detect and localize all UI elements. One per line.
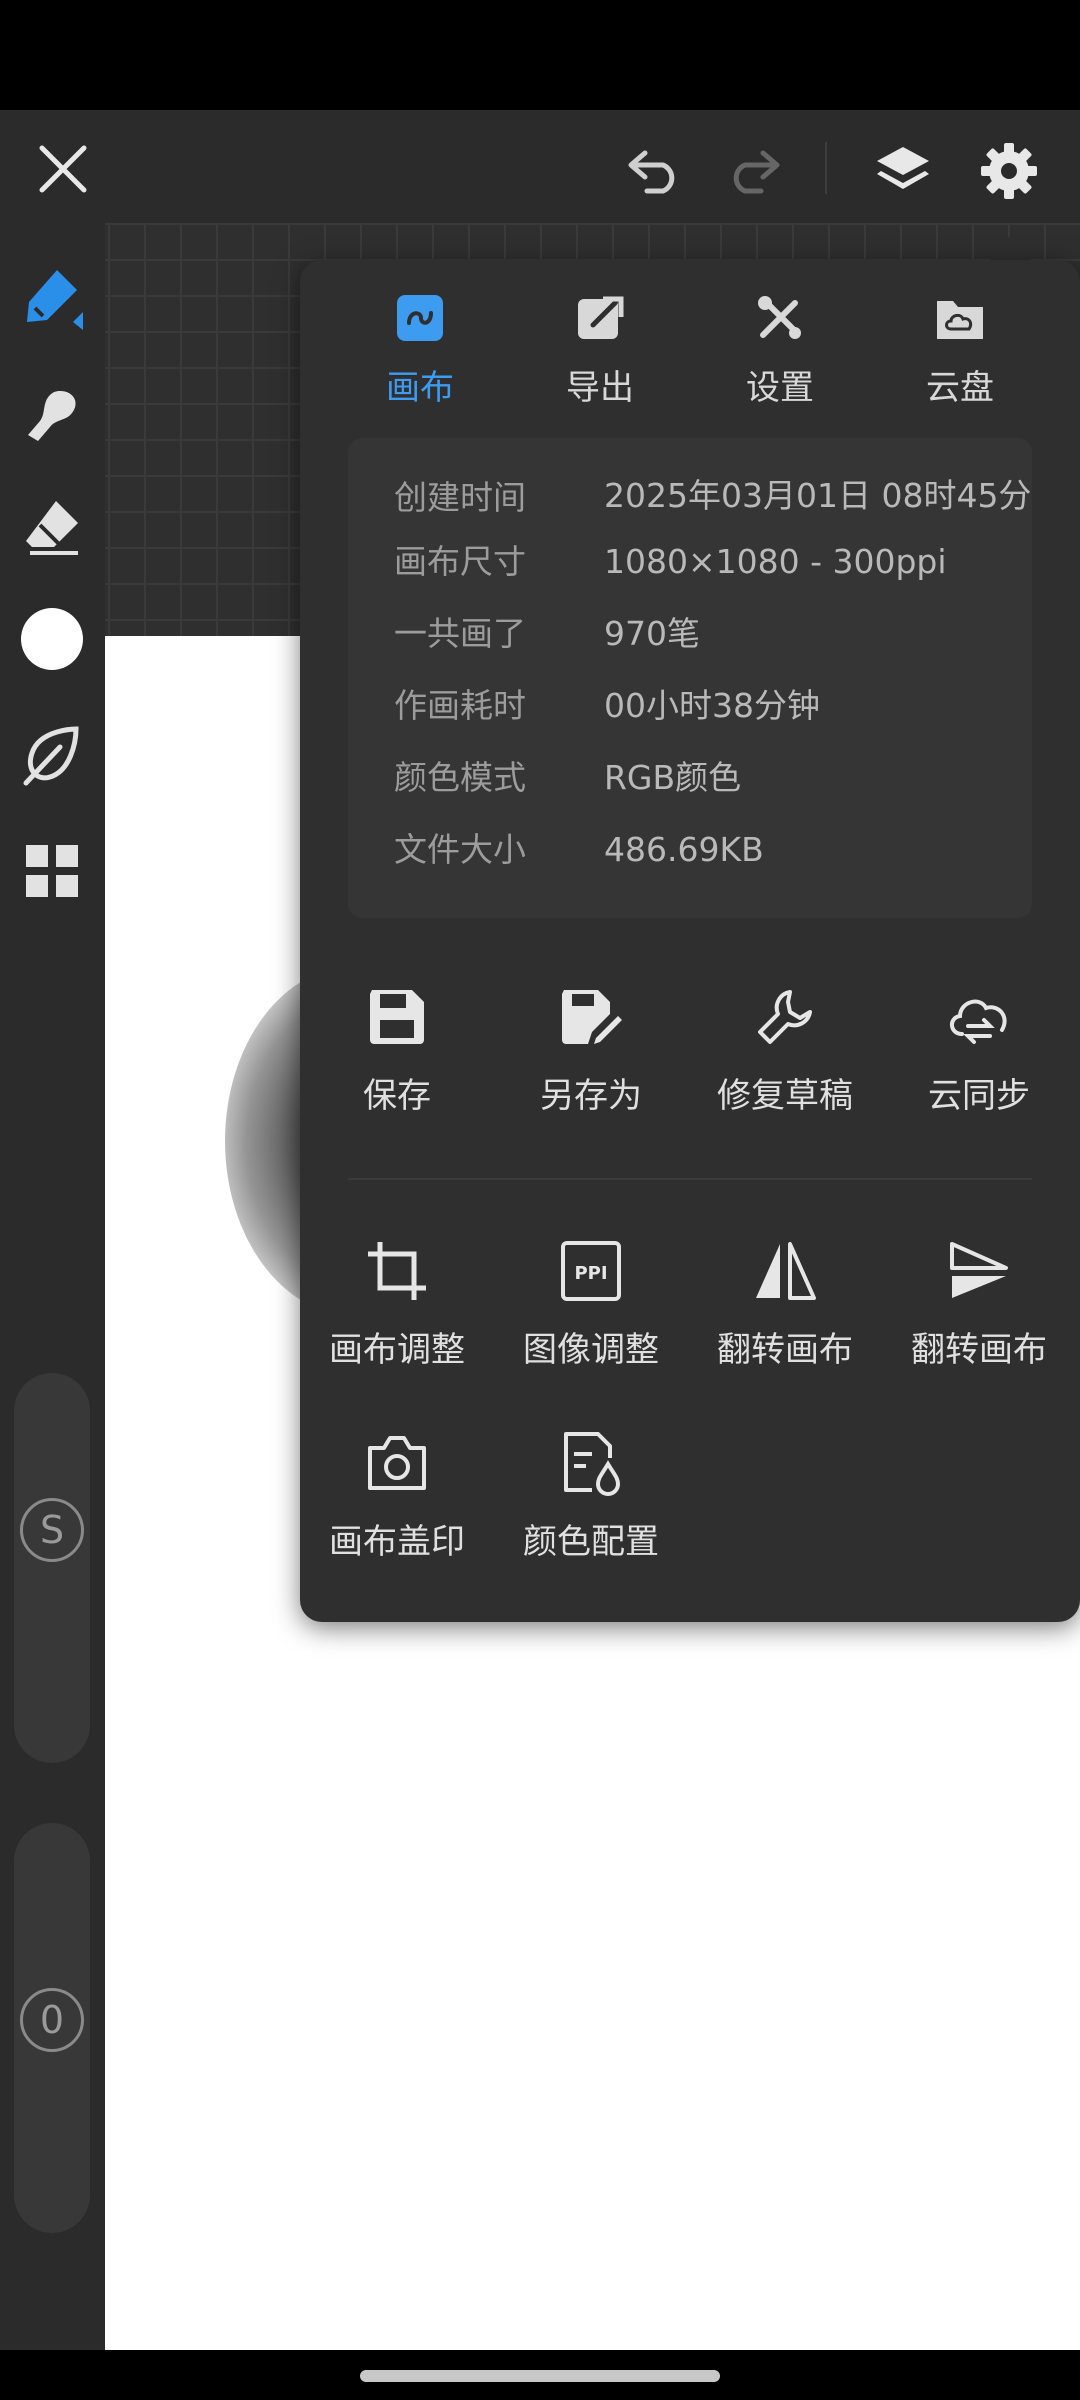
action-label: 修复草稿 [717, 1076, 853, 1116]
size-slider-label: S [39, 1508, 65, 1552]
info-key: 画布尺寸 [394, 542, 526, 581]
info-value: 486.69KB [604, 830, 764, 869]
cloud-sync-icon [950, 999, 1007, 1044]
info-value: 970笔 [604, 614, 700, 653]
save-as-button[interactable]: 另存为 [496, 982, 686, 1152]
info-row-color-mode: 颜色模式 RGB颜色 [394, 748, 1014, 808]
export-icon [578, 296, 624, 339]
home-indicator[interactable] [360, 2370, 720, 2382]
leaf-icon [23, 726, 79, 786]
flip-vertical-icon [950, 1242, 1008, 1298]
system-navigation-bar [0, 2350, 1080, 2400]
save-as-icon [562, 990, 622, 1044]
tab-settings[interactable]: 设置 [690, 290, 870, 410]
info-key: 一共画了 [394, 614, 526, 653]
canvas-info-card: 创建时间 2025年03月01日 08时45分 画布尺寸 1080×1080 -… [348, 438, 1032, 918]
eraser-icon [26, 501, 78, 555]
flip-canvas-vertical-button[interactable]: 翻转画布 [884, 1236, 1074, 1406]
layers-button[interactable] [862, 130, 944, 212]
popup-pointer [988, 236, 1032, 262]
save-button[interactable]: 保存 [302, 982, 492, 1152]
action-label: 颜色配置 [523, 1522, 659, 1562]
layers-icon [877, 147, 929, 189]
grid-apps-icon [26, 845, 78, 897]
action-label: 保存 [363, 1076, 431, 1116]
info-key: 作画耗时 [394, 686, 526, 725]
top-toolbar [0, 110, 1080, 223]
tab-label: 导出 [566, 368, 634, 408]
settings-tools-icon [758, 296, 801, 339]
canvas-adjust-button[interactable]: 画布调整 [302, 1236, 492, 1406]
brush-opacity-slider[interactable]: 0 [14, 1823, 90, 2233]
brush-tool-button[interactable] [10, 257, 94, 341]
action-label: 画布盖印 [329, 1522, 465, 1562]
canvas-stamp-button[interactable]: 画布盖印 [302, 1428, 492, 1598]
popup-divider [348, 1178, 1032, 1180]
info-value: 1080×1080 - 300ppi [604, 542, 947, 581]
redo-icon [733, 150, 780, 194]
svg-text:PPI: PPI [574, 1263, 607, 1284]
flip-canvas-horizontal-button[interactable]: 翻转画布 [690, 1236, 880, 1406]
current-color-swatch [21, 608, 83, 670]
info-value: 00小时38分钟 [604, 686, 820, 725]
brush-library-button[interactable] [10, 713, 94, 797]
info-row-duration: 作画耗时 00小时38分钟 [394, 676, 1014, 736]
info-row-created: 创建时间 2025年03月01日 08时45分 [394, 468, 1031, 528]
wrench-icon [758, 990, 812, 1044]
tab-label: 画布 [386, 368, 454, 408]
info-key: 创建时间 [394, 478, 526, 517]
info-key: 颜色模式 [394, 758, 526, 797]
close-icon [39, 145, 87, 193]
action-label: 翻转画布 [911, 1330, 1047, 1370]
smudge-icon [28, 391, 76, 441]
gear-icon [981, 143, 1037, 199]
tab-cloud-drive[interactable]: 云盘 [870, 290, 1050, 410]
redo-button[interactable] [710, 132, 796, 208]
action-label: 云同步 [928, 1076, 1030, 1116]
action-label: 翻转画布 [717, 1330, 853, 1370]
info-row-size: 画布尺寸 1080×1080 - 300ppi [394, 532, 1014, 592]
canvas-settings-popup: 画布 导出 设置 云盘 创建时间 2025年03月01日 08时45分 画布尺寸… [300, 260, 1080, 1622]
save-icon [370, 990, 424, 1044]
tab-canvas[interactable]: 画布 [330, 290, 510, 410]
camera-icon [368, 1436, 426, 1490]
cloud-sync-button[interactable]: 云同步 [884, 982, 1074, 1152]
tab-label: 云盘 [926, 368, 994, 408]
size-slider-knob[interactable]: S [20, 1498, 84, 1562]
brush-size-slider[interactable]: S [14, 1373, 90, 1763]
opacity-slider-label: 0 [39, 1998, 65, 2042]
tab-label: 设置 [746, 368, 814, 408]
more-tools-button[interactable] [10, 829, 94, 913]
canvas-icon [397, 295, 443, 341]
image-adjust-button[interactable]: PPI 图像调整 [496, 1236, 686, 1406]
left-tool-rail: S 0 [0, 223, 105, 2350]
info-row-file-size: 文件大小 486.69KB [394, 820, 1014, 880]
color-picker-button[interactable] [10, 597, 94, 681]
flip-horizontal-icon [756, 1242, 816, 1300]
status-bar [0, 0, 1080, 110]
color-profile-icon [564, 1432, 621, 1496]
undo-button[interactable] [612, 132, 698, 208]
action-label: 另存为 [540, 1076, 642, 1116]
smudge-tool-button[interactable] [10, 373, 94, 457]
eraser-tool-button[interactable] [10, 485, 94, 569]
action-label: 图像调整 [523, 1330, 659, 1370]
tab-export[interactable]: 导出 [510, 290, 690, 410]
repair-draft-button[interactable]: 修复草稿 [690, 982, 880, 1152]
action-label: 画布调整 [329, 1330, 465, 1370]
undo-icon [628, 150, 675, 194]
info-row-strokes: 一共画了 970笔 [394, 604, 1014, 664]
color-profile-button[interactable]: 颜色配置 [496, 1428, 686, 1598]
toolbar-divider [825, 142, 827, 194]
opacity-slider-knob[interactable]: 0 [20, 1988, 84, 2052]
info-key: 文件大小 [394, 830, 526, 869]
close-button[interactable] [22, 128, 104, 210]
brush-pen-icon [27, 270, 83, 330]
crop-icon [368, 1242, 426, 1300]
cloud-drive-icon [937, 301, 983, 339]
info-value: 2025年03月01日 08时45分 [604, 476, 1032, 515]
info-value: RGB颜色 [604, 758, 742, 797]
settings-button[interactable] [968, 130, 1050, 212]
ppi-icon: PPI [561, 1241, 621, 1301]
